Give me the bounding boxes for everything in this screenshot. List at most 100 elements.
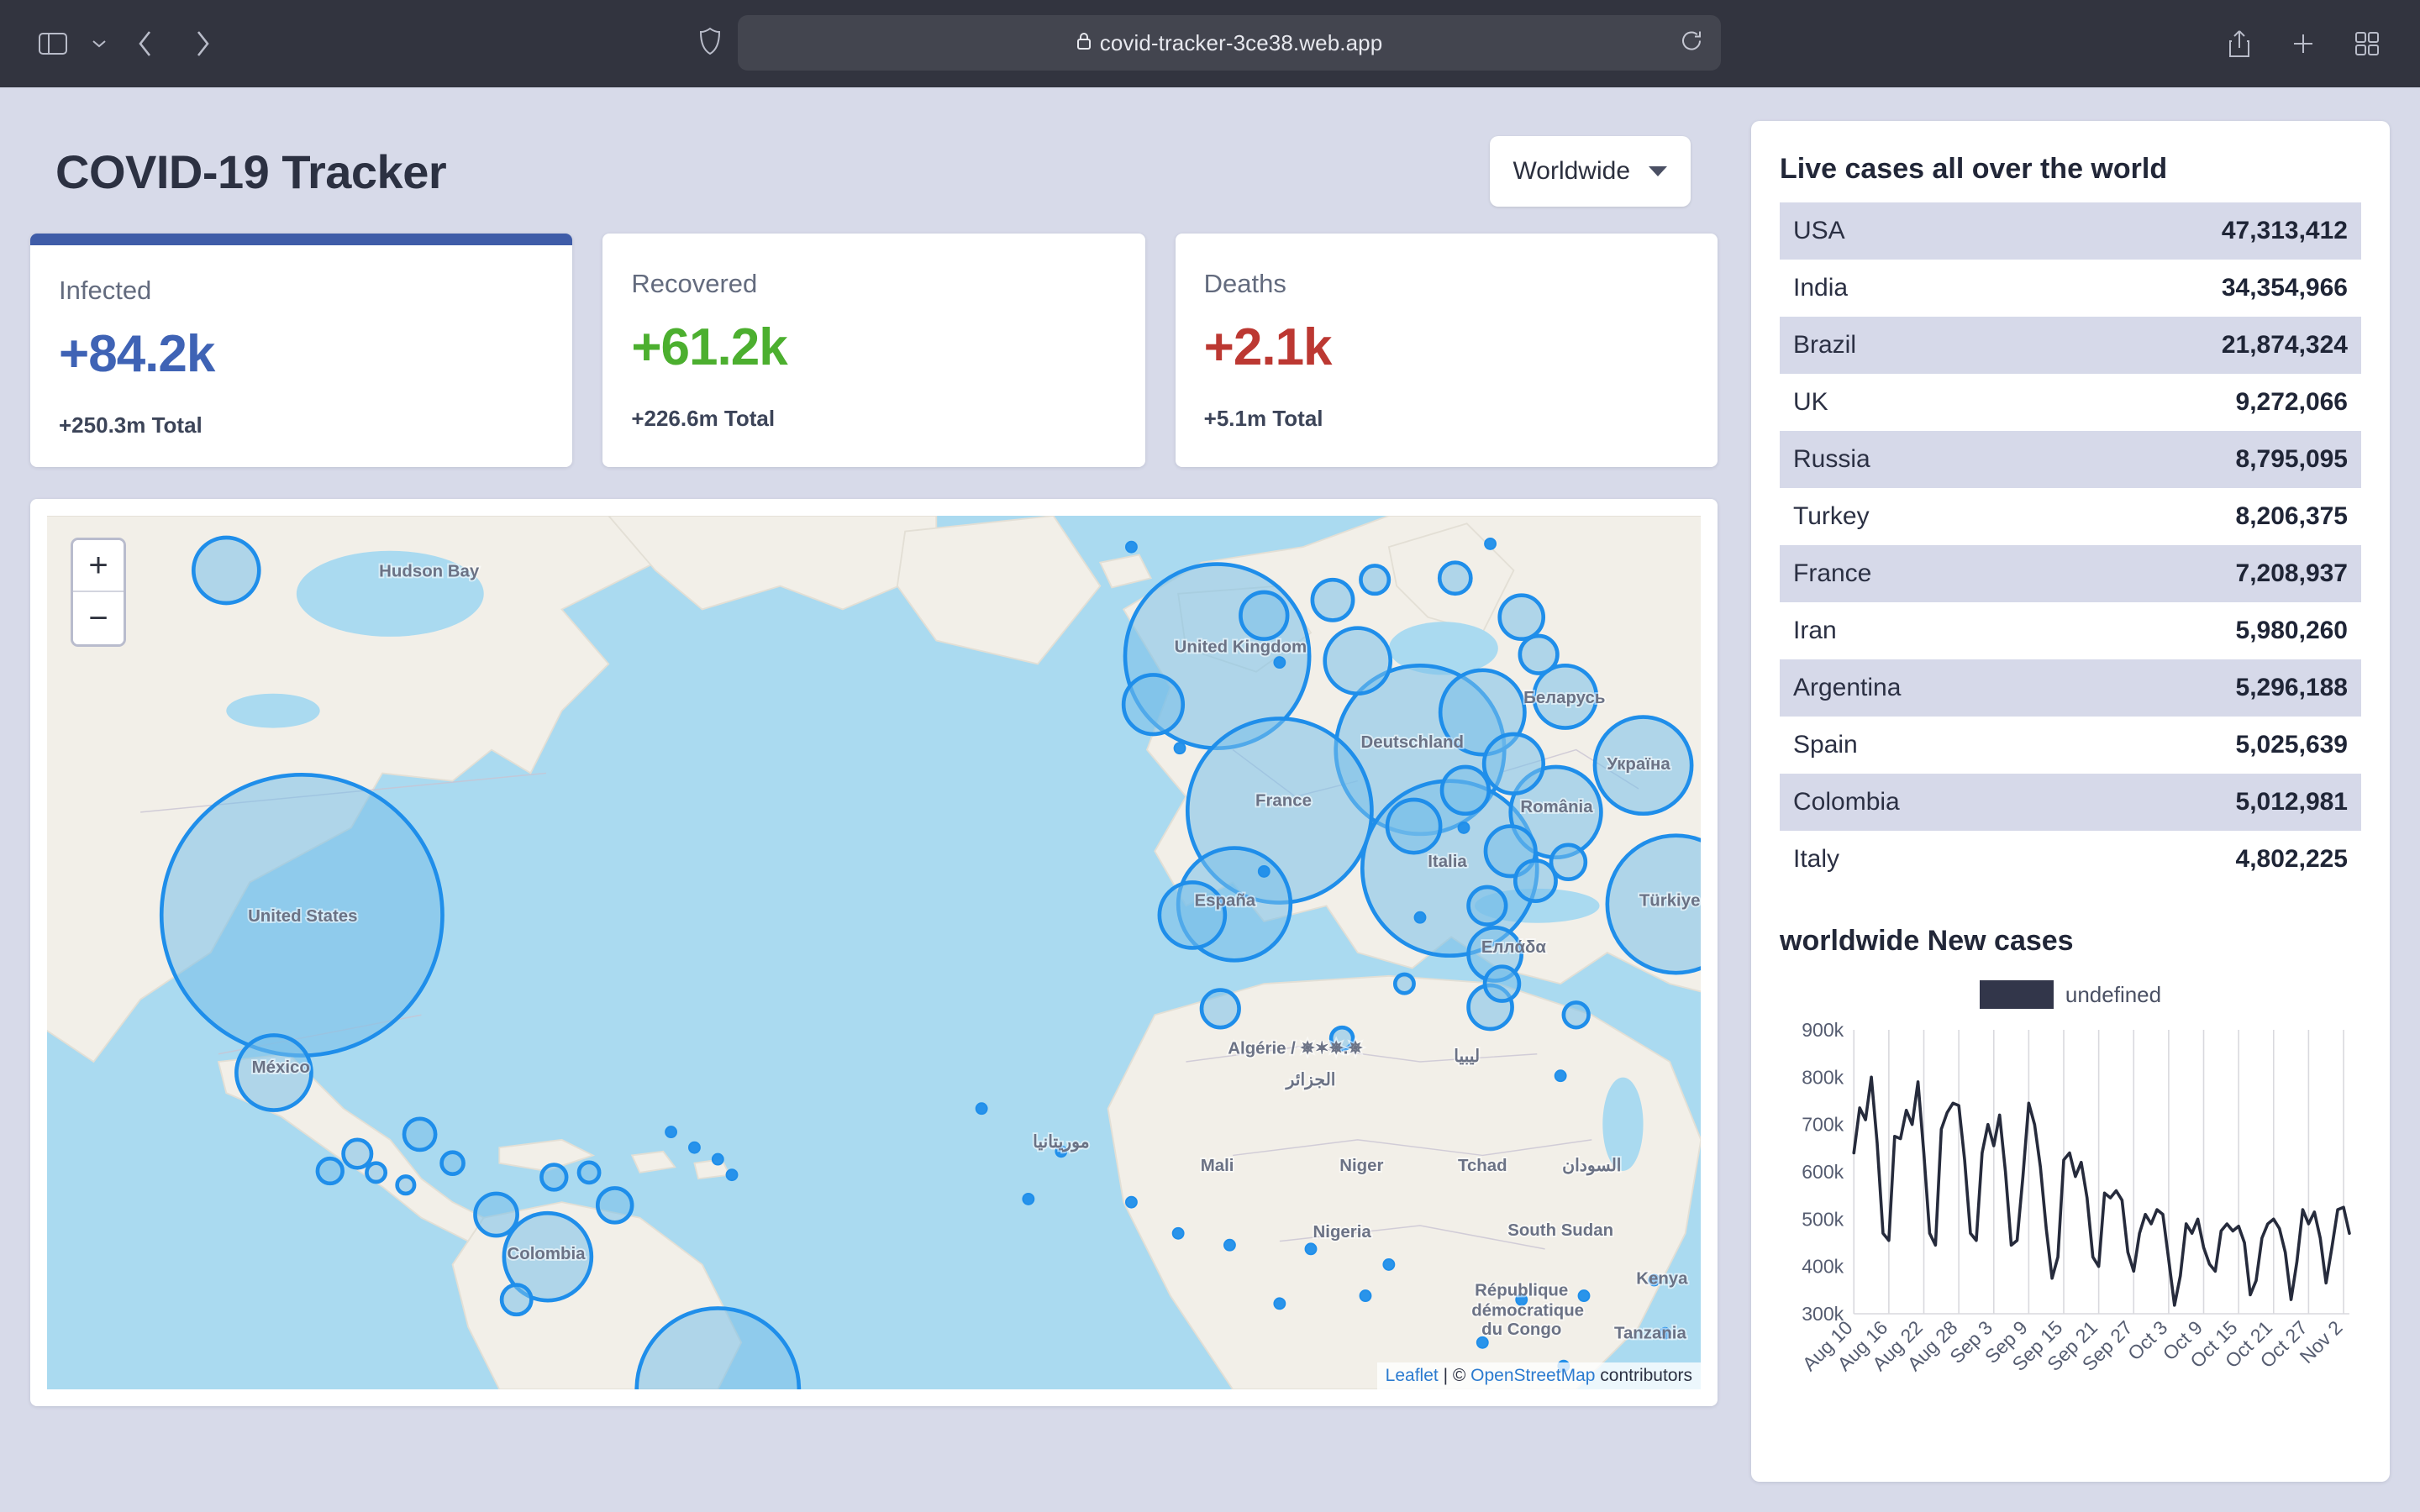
tab-overview-icon[interactable] — [2341, 18, 2393, 70]
map-case-bubble[interactable] — [1385, 797, 1443, 855]
map-case-bubble[interactable] — [499, 1283, 534, 1317]
chevron-down-icon[interactable] — [84, 18, 114, 70]
map-case-bubble[interactable] — [1121, 673, 1186, 737]
table-row[interactable]: Brazil 21,874,324 — [1780, 317, 2361, 374]
country-cases: 8,795,095 — [2235, 445, 2348, 473]
table-row[interactable]: Spain 5,025,639 — [1780, 717, 2361, 774]
map-case-bubble[interactable] — [1323, 626, 1393, 696]
side-column: Live cases all over the world USA 47,313,… — [1751, 121, 2390, 1482]
back-icon[interactable] — [119, 18, 171, 70]
map-case-dot[interactable] — [1273, 1297, 1286, 1310]
stat-card-deaths[interactable]: Deaths +2.1k +5.1m Total — [1175, 234, 1718, 467]
main-column: COVID-19 Tracker Worldwide Infected +84.… — [30, 121, 1718, 1406]
map-case-bubble[interactable] — [341, 1137, 374, 1170]
map-case-bubble[interactable] — [191, 535, 261, 606]
map-case-bubble[interactable] — [1310, 577, 1355, 622]
url-bar[interactable]: covid-tracker-3ce38.web.app — [738, 15, 1721, 71]
map-case-bubble[interactable] — [1437, 560, 1473, 596]
zoom-in-button[interactable]: + — [73, 540, 124, 592]
map-case-bubble[interactable] — [1439, 764, 1491, 816]
map-case-bubble[interactable] — [1239, 590, 1290, 642]
new-cases-chart[interactable]: undefined 300k 400k 500k 600k 700k 800k 900k Au… — [1780, 971, 2361, 1425]
map-case-dot[interactable] — [975, 1102, 988, 1116]
table-row[interactable]: Argentina 5,296,188 — [1780, 659, 2361, 717]
map-case-dot[interactable] — [1554, 1069, 1567, 1083]
map-case-bubble[interactable] — [1481, 732, 1546, 795]
plus-icon[interactable] — [2277, 18, 2329, 70]
stat-card-infected[interactable]: Infected +84.2k +250.3m Total — [30, 234, 573, 467]
map-case-dot[interactable] — [1125, 540, 1138, 554]
map-case-dot[interactable] — [688, 1141, 701, 1154]
leaflet-map[interactable]: Hudson Bay United States México Colombia Uni… — [47, 516, 1701, 1389]
map-case-bubble[interactable] — [576, 1160, 602, 1185]
map-place-label: Algérie / ✵✶✵.✵ — [1228, 1040, 1362, 1058]
map-case-dot[interactable] — [725, 1168, 739, 1182]
table-row[interactable]: UK 9,272,066 — [1780, 374, 2361, 431]
map-case-dot[interactable] — [1484, 538, 1497, 550]
table-row[interactable]: USA 47,313,412 — [1780, 202, 2361, 260]
map-case-dot[interactable] — [1125, 1195, 1138, 1209]
map-case-bubble[interactable] — [402, 1116, 438, 1152]
share-icon[interactable] — [2213, 18, 2265, 70]
map-case-bubble[interactable] — [315, 1156, 345, 1186]
map-case-bubble[interactable] — [395, 1174, 417, 1196]
country-cases: 9,272,066 — [2235, 388, 2348, 416]
map-case-dot[interactable] — [1359, 1289, 1372, 1302]
map-case-dot[interactable] — [1257, 865, 1270, 878]
table-row[interactable]: Italy 4,802,225 — [1780, 831, 2361, 888]
map-case-dot[interactable] — [1171, 1226, 1185, 1240]
table-row[interactable]: India 34,354,966 — [1780, 260, 2361, 317]
map-case-bubble[interactable] — [1392, 972, 1416, 995]
map-case-dot[interactable] — [1413, 911, 1427, 924]
stat-total: +250.3m Total — [59, 412, 203, 438]
openstreetmap-link[interactable]: OpenStreetMap — [1470, 1366, 1595, 1385]
country-name: Iran — [1793, 617, 1837, 644]
map-case-dot[interactable] — [665, 1126, 677, 1138]
map-case-bubble[interactable] — [365, 1161, 388, 1184]
map-place-label: Deutschland — [1360, 733, 1463, 752]
table-row[interactable]: Iran 5,980,260 — [1780, 602, 2361, 659]
map-zoom-controls[interactable]: + − — [71, 538, 126, 647]
leaflet-link[interactable]: Leaflet — [1386, 1366, 1439, 1385]
map-case-dot[interactable] — [1223, 1238, 1236, 1252]
map-case-dot[interactable] — [1457, 822, 1470, 834]
map-case-bubble[interactable] — [1497, 593, 1546, 642]
chart-title: worldwide New cases — [1780, 925, 2074, 957]
map-case-bubble[interactable] — [595, 1186, 634, 1225]
map-case-bubble[interactable] — [1482, 964, 1522, 1003]
table-row[interactable]: Turkey 8,206,375 — [1780, 488, 2361, 545]
table-row[interactable]: France 7,208,937 — [1780, 545, 2361, 602]
map-case-dot[interactable] — [1273, 656, 1286, 669]
table-row[interactable]: Colombia 5,012,981 — [1780, 774, 2361, 831]
map-case-bubble[interactable] — [1359, 564, 1392, 596]
stat-label: Deaths — [1203, 269, 1286, 298]
shield-icon[interactable] — [699, 27, 721, 60]
map-case-dot[interactable] — [1577, 1289, 1591, 1302]
map-case-dot[interactable] — [1173, 742, 1186, 755]
map-place-label: Tchad — [1458, 1157, 1507, 1175]
map-case-dot[interactable] — [711, 1152, 724, 1166]
map-case-bubble[interactable] — [1561, 1000, 1591, 1030]
stat-card-recovered[interactable]: Recovered +61.2k +226.6m Total — [602, 234, 1145, 467]
map-place-label: démocratique — [1471, 1302, 1584, 1320]
country-cases-table: USA 47,313,412 India 34,354,966 Brazil 21,874… — [1780, 202, 2361, 888]
map-case-bubble[interactable] — [1518, 633, 1560, 675]
map-case-dot[interactable] — [1304, 1242, 1318, 1256]
country-picker-dropdown[interactable]: Worldwide — [1489, 136, 1691, 207]
map-place-label: Україна — [1607, 755, 1670, 774]
map-case-dot[interactable] — [1022, 1193, 1035, 1205]
reload-icon[interactable] — [1681, 29, 1702, 57]
map-case-bubble[interactable] — [1466, 885, 1508, 927]
map-case-bubble[interactable] — [1549, 843, 1588, 882]
sidebar-toggle-icon[interactable] — [27, 18, 79, 70]
zoom-out-button[interactable]: − — [73, 592, 124, 644]
map-case-bubble[interactable] — [473, 1191, 519, 1238]
forward-icon[interactable] — [176, 18, 229, 70]
map-case-dot[interactable] — [1382, 1258, 1396, 1271]
map-case-bubble[interactable] — [439, 1150, 466, 1177]
map-case-bubble[interactable] — [1199, 988, 1241, 1030]
stat-value: +2.1k — [1203, 318, 1333, 376]
table-row[interactable]: Russia 8,795,095 — [1780, 431, 2361, 488]
y-axis-tick-label: 500k — [1802, 1208, 1844, 1230]
map-case-bubble[interactable] — [539, 1163, 569, 1192]
